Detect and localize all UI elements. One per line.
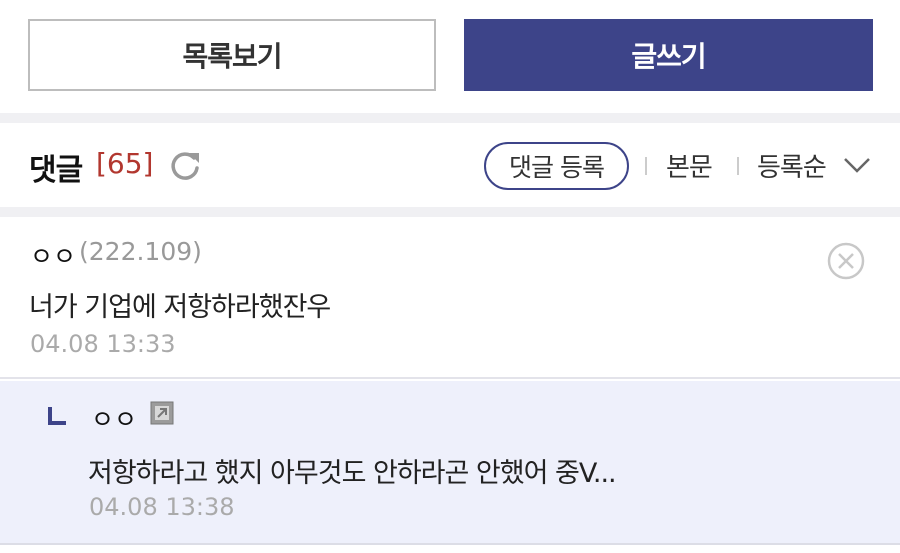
reply-arrow-icon [48,407,66,425]
delete-icon[interactable] [826,241,866,281]
fixed-nickname-icon [150,401,174,425]
sort-dropdown[interactable]: 등록순 [757,147,827,184]
comments-header: 댓글 [65] 댓글 등록 본문 등록순 [0,123,900,207]
register-comment-button[interactable]: 댓글 등록 [484,142,629,190]
top-buttons: 목록보기 글쓰기 [28,19,873,91]
divider [0,207,900,217]
comment-ip: (222.109) [79,237,202,266]
comment-date: 04.08 13:33 [30,330,176,358]
reply-nickname[interactable]: ㅇㅇ [91,400,137,436]
reply-date: 04.08 13:38 [89,493,235,521]
refresh-icon[interactable] [168,149,202,183]
comment-item: ㅇㅇ (222.109) 너가 기업에 저항하라했잔우 04.08 13:33 [0,217,900,379]
divider [0,113,900,123]
comments-title: 댓글 [29,153,83,188]
chevron-down-icon[interactable] [842,155,872,175]
separator [737,157,739,175]
comments-count: [65] [96,147,154,180]
comment-nickname[interactable]: ㅇㅇ [30,237,76,273]
write-button[interactable]: 글쓰기 [464,19,873,91]
list-button[interactable]: 목록보기 [28,19,436,91]
reply-item: ㅇㅇ 저항하라고 했지 아무것도 안하라곤 안했어 중V... 04.08 13… [0,381,900,545]
body-link[interactable]: 본문 [666,147,713,184]
reply-text: 저항하라고 했지 아무것도 안하라곤 안했어 중V... [88,458,617,489]
comment-text: 너가 기업에 저항하라했잔우 [29,292,331,323]
separator [645,157,647,175]
